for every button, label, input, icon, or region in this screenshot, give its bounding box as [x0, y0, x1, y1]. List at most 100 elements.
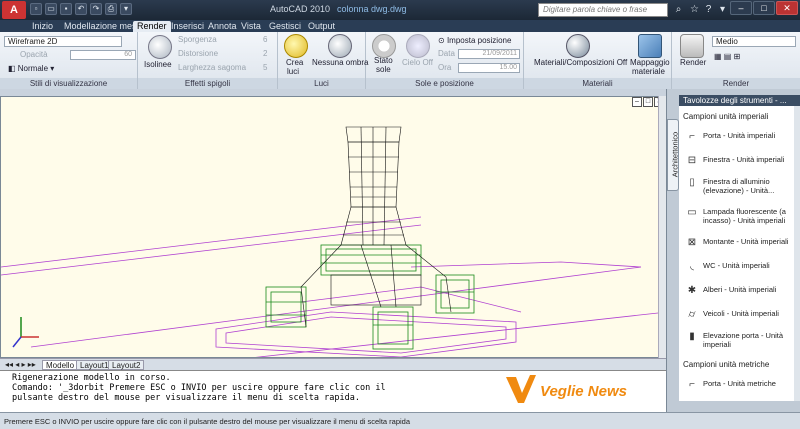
materials-off-button[interactable]: Materiali/Composizioni Off — [534, 58, 627, 68]
layout-nav-icons[interactable]: ◂◂ ◂ ▸ ▸▸ — [2, 360, 39, 370]
minimize-button[interactable]: – — [730, 1, 752, 15]
shadow-sphere-icon[interactable] — [328, 34, 352, 58]
sporgenza-label[interactable]: Sporgenza — [178, 35, 217, 45]
tool-palette: Tavolozze degli strumenti - ... Architet… — [666, 89, 800, 412]
distorsione-value: 2 — [263, 49, 268, 58]
tab-output[interactable]: Output — [304, 21, 339, 32]
fluorescent-lamp-icon: ▭ — [687, 207, 697, 218]
vehicle-icon: ⌭ — [688, 309, 696, 320]
panel-title-lights[interactable]: Luci — [278, 78, 365, 89]
viewport-restore-icon[interactable]: □ — [643, 97, 653, 107]
panel-materials: Materiali/Composizioni Off Mappaggio mat… — [524, 32, 672, 89]
larghezza-label[interactable]: Larghezza sagoma — [178, 63, 246, 73]
tab-vista[interactable]: Vista — [237, 21, 265, 32]
autocad-window: A ▫ ▭ ▪ ↶ ↷ ⎙ ▾ AutoCAD 2010 colonna dwg… — [0, 0, 800, 429]
help-icon[interactable]: ? — [702, 3, 715, 16]
tree-icon: ✱ — [687, 285, 697, 296]
material-mapping-icon[interactable] — [638, 34, 662, 58]
light-bulb-icon[interactable] — [284, 34, 308, 58]
veglie-news-watermark: Veglie News — [500, 371, 660, 409]
render-quality-select[interactable]: Medio — [712, 36, 796, 47]
redo-icon[interactable]: ↷ — [90, 3, 102, 15]
render-options-icons[interactable]: ▦ ▤ ⊞ — [714, 52, 740, 62]
mullion-icon: ⊠ — [687, 237, 697, 248]
binoculars-icon[interactable]: ⌕ — [672, 3, 685, 16]
layout-tab-model[interactable]: Modello — [42, 360, 79, 370]
sporgenza-value: 6 — [263, 35, 268, 44]
opacity-label: Opacità — [20, 50, 48, 59]
green-base-mesh — [265, 244, 475, 350]
ribbon: Wireframe 2D Opacità 60 ◧ Normale ▾ Stil… — [0, 32, 800, 89]
sky-icon[interactable] — [406, 34, 430, 58]
ribbon-tab-bar: Inizio Modellazione mesh Render Inserisc… — [0, 20, 800, 32]
tab-annota[interactable]: Annota — [204, 21, 241, 32]
model-viewport[interactable] — [0, 96, 666, 358]
isolines-icon[interactable] — [148, 35, 172, 59]
tab-render[interactable]: Render — [133, 21, 171, 32]
tab-inserisci[interactable]: Inserisci — [167, 21, 208, 32]
layout-tab-layout2[interactable]: Layout2 — [108, 360, 145, 370]
teapot-render-icon[interactable] — [680, 34, 704, 58]
time-label: Ora — [438, 63, 452, 72]
create-lights-label-2[interactable]: luci — [287, 67, 299, 77]
panel-title-visual-styles[interactable]: Stili di visualizzazione — [0, 78, 137, 89]
date-field[interactable]: 21/09/2011 — [458, 49, 520, 59]
new-file-icon[interactable]: ▫ — [30, 3, 42, 15]
date-label: Data — [438, 49, 455, 58]
viewport-header-strip — [0, 89, 666, 96]
plot-icon[interactable]: ⎙ — [105, 3, 117, 15]
undo-icon[interactable]: ↶ — [75, 3, 87, 15]
tower-wireframe — [300, 126, 452, 328]
viewport-vertical-scrollbar[interactable] — [658, 96, 666, 358]
panel-title-edge-effects[interactable]: Effetti spigoli — [138, 78, 277, 89]
sun-icon[interactable] — [372, 34, 396, 58]
sky-off-button[interactable]: Cielo Off — [402, 58, 433, 68]
magenta-plane-lines — [1, 216, 665, 357]
panel-render: Render Medio ▦ ▤ ⊞ Render — [672, 32, 800, 89]
set-location-label: Imposta posizione — [446, 36, 512, 45]
save-icon[interactable]: ▪ — [60, 3, 72, 15]
search-input[interactable]: Digitare parola chiave o frase — [538, 3, 668, 17]
opacity-value: 60 — [124, 51, 132, 58]
palette-section-metric: Campioni unità metriche — [683, 360, 770, 369]
layout-tab-layout1[interactable]: Layout1 — [76, 360, 113, 370]
mapping-label-2[interactable]: materiale — [632, 67, 665, 77]
tab-inizio[interactable]: Inizio — [28, 21, 57, 32]
no-shadow-button[interactable]: Nessuna ombra — [312, 58, 368, 68]
distorsione-label[interactable]: Distorsione — [178, 49, 218, 59]
star-icon[interactable]: ☆ — [688, 3, 701, 16]
help-dropdown-icon[interactable]: ▾ — [716, 3, 729, 16]
isolines-button[interactable]: Isolinee — [144, 60, 172, 70]
maximize-button[interactable]: □ — [753, 1, 775, 15]
palette-tab-architettonico[interactable]: Architettonico — [667, 119, 680, 191]
qat-dropdown-icon[interactable]: ▾ — [120, 3, 132, 15]
palette-section-imperial: Campioni unità imperiali — [683, 112, 769, 121]
application-menu-button[interactable]: A — [2, 1, 26, 19]
opacity-field[interactable]: 60 — [70, 50, 136, 60]
panel-title-render[interactable]: Render — [672, 78, 800, 89]
render-quality-value: Medio — [716, 37, 738, 46]
open-file-icon[interactable]: ▭ — [45, 3, 57, 15]
viewport-minimize-icon[interactable]: – — [632, 97, 642, 107]
time-field[interactable]: 15.00 — [458, 63, 520, 73]
tab-gestisci[interactable]: Gestisci — [265, 21, 305, 32]
set-location-button[interactable]: ⊙ Imposta posizione — [438, 36, 511, 46]
metric-door-icon: ⌐ — [689, 379, 695, 390]
close-button[interactable]: ✕ — [776, 1, 798, 15]
normal-label: Normale — [17, 64, 49, 73]
window-icon: ⊟ — [687, 155, 697, 166]
time-value: 15.00 — [499, 64, 517, 71]
panel-title-sun-location[interactable]: Sole e posizione — [366, 78, 523, 89]
palette-title[interactable]: Tavolozze degli strumenti - ... — [679, 95, 800, 106]
panel-title-materials[interactable]: Materiali — [524, 78, 671, 89]
visual-style-select[interactable]: Wireframe 2D — [4, 36, 122, 47]
materials-sphere-icon[interactable] — [566, 34, 590, 58]
sun-status-label-2[interactable]: sole — [376, 65, 391, 75]
normal-style-dropdown[interactable]: ◧ Normale ▾ — [8, 64, 54, 74]
date-value: 21/09/2011 — [482, 50, 517, 57]
panel-lights: Crea luci Nessuna ombra Luci — [278, 32, 368, 89]
visual-style-value: Wireframe 2D — [8, 37, 58, 46]
palette-scrollbar[interactable] — [794, 106, 800, 401]
render-button[interactable]: Render — [680, 58, 706, 68]
ucs-icon — [12, 317, 39, 348]
